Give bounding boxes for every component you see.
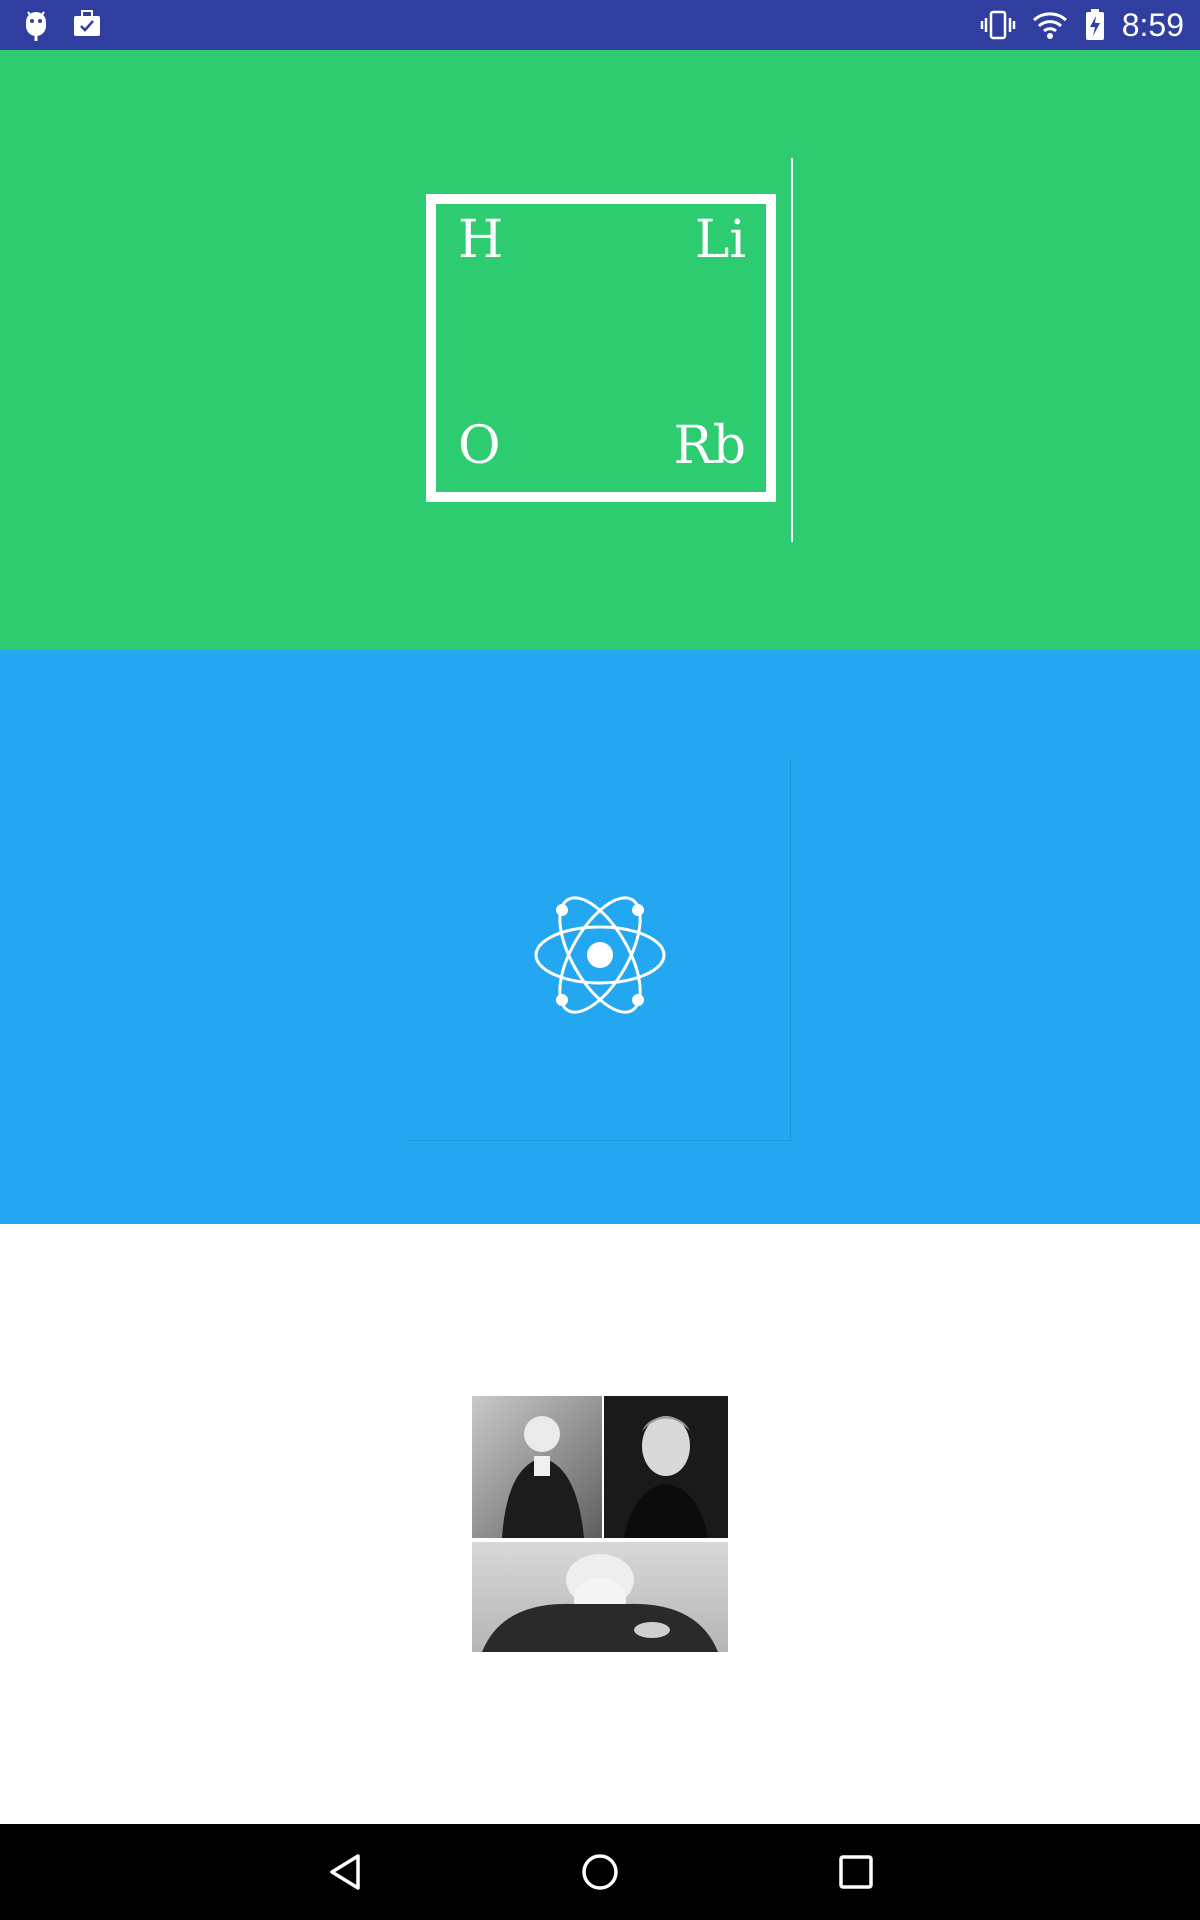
recents-icon[interactable] [832,1848,880,1896]
element-li: Li [694,210,746,270]
scientist-photo [472,1396,602,1538]
periodic-table-section[interactable]: H Li O Rb [0,50,1200,650]
element-o: O [458,416,501,476]
vertical-divider [790,758,791,1140]
battery-charging-icon [1084,9,1106,41]
android-debug-icon [22,8,50,42]
scientist-photo [472,1542,728,1652]
atom-icon [520,875,680,1039]
scientists-collage [472,1396,728,1652]
scientists-section[interactable] [0,1224,1200,1824]
wifi-icon [1032,10,1068,40]
home-icon[interactable] [576,1848,624,1896]
navigation-bar [0,1824,1200,1920]
element-h: H [458,210,504,270]
periodic-tile-logo: H Li O Rb [426,194,776,502]
briefcase-check-icon [72,8,102,42]
horizontal-divider [408,1140,791,1141]
clock-time: 8:59 [1121,6,1184,43]
back-icon[interactable] [322,1848,370,1896]
element-rb: Rb [673,416,746,476]
scientist-photo [604,1396,728,1538]
vertical-divider [791,158,793,542]
status-bar: 8:59 [0,0,1200,50]
atom-section[interactable] [0,650,1200,1224]
vibrate-icon [980,10,1016,40]
